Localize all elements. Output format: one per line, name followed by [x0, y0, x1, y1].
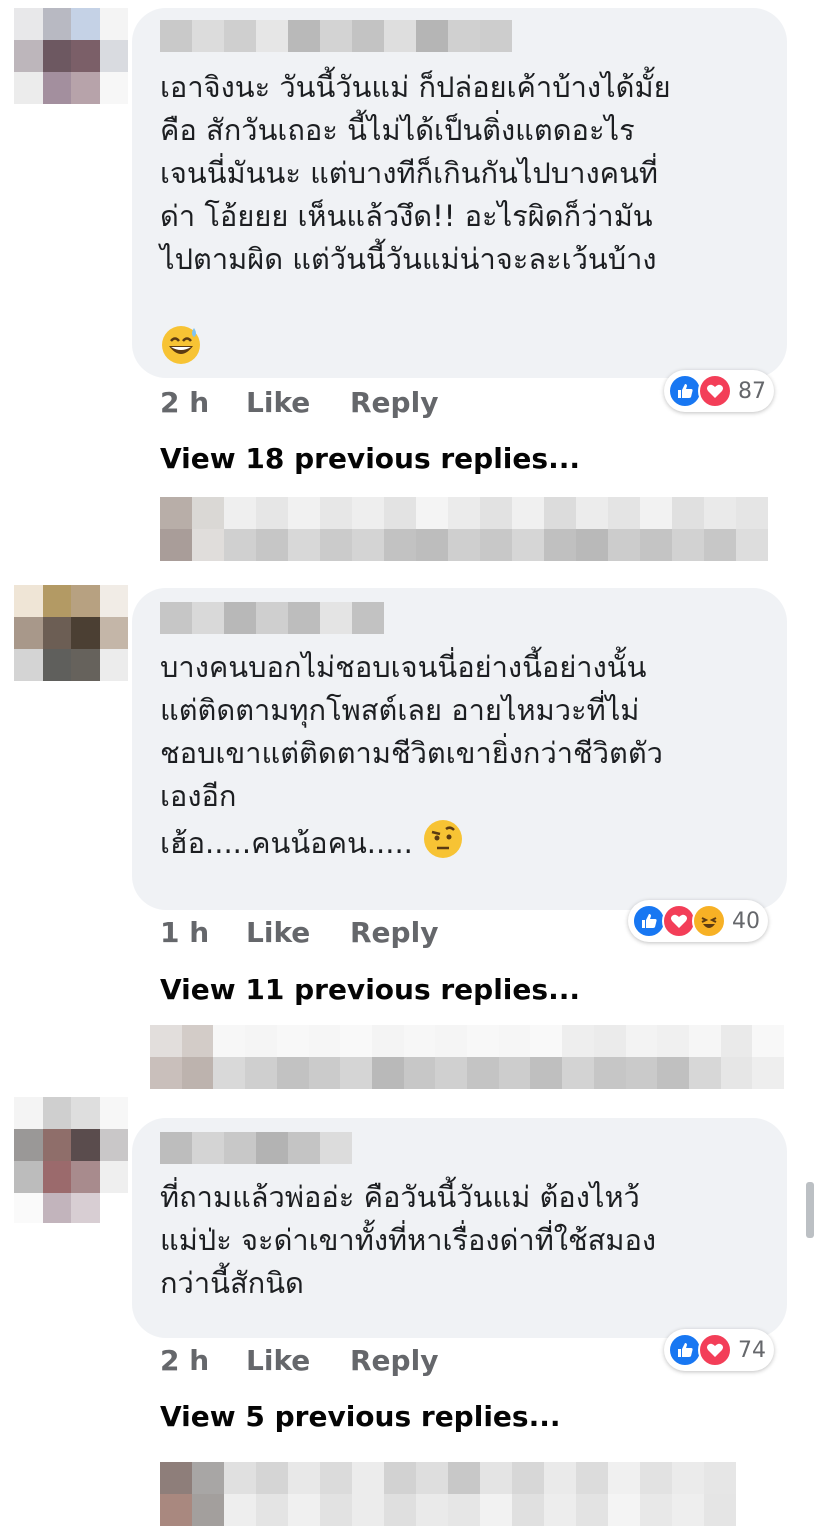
- comment-text: ที่ถามแล้วพ่ออ่ะ คือวันนี้วันแม่ ต้องไหว…: [160, 1180, 657, 1300]
- reaction-count: 87: [738, 378, 766, 404]
- heart-icon: [662, 904, 696, 938]
- view-previous-replies-link[interactable]: View 11 previous replies...: [160, 973, 580, 1006]
- avatar[interactable]: [14, 8, 128, 104]
- avatar-bottom: [14, 1193, 128, 1223]
- comment-time[interactable]: 2 h: [160, 386, 246, 422]
- view-previous-replies-link[interactable]: View 18 previous replies...: [160, 442, 580, 475]
- blurred-reply-preview: [160, 1462, 736, 1526]
- comment-text: บางคนบอกไม่ชอบเจนนี่อย่างนี้อย่างนั้น แต…: [160, 646, 780, 872]
- reply-button[interactable]: Reply: [350, 386, 438, 422]
- grinning-sweat-emoji: [160, 324, 202, 370]
- heart-icon: [698, 1333, 732, 1367]
- reaction-summary[interactable]: 74: [664, 1329, 774, 1371]
- reaction-summary[interactable]: 87: [664, 370, 774, 412]
- laughing-icon: [692, 904, 726, 938]
- like-button[interactable]: Like: [246, 916, 350, 952]
- blurred-reply-preview: [150, 1025, 784, 1089]
- comment-text-body: บางคนบอกไม่ชอบเจนนี่อย่างนี้อย่างนั้น แต…: [160, 650, 663, 860]
- reply-button[interactable]: Reply: [350, 916, 438, 952]
- avatar[interactable]: [14, 1097, 128, 1193]
- raised-eyebrow-emoji: [422, 818, 464, 872]
- scrollbar[interactable]: [806, 1182, 814, 1238]
- view-previous-replies-link[interactable]: View 5 previous replies...: [160, 1400, 561, 1433]
- comment-text: เอาจิงนะ วันนี้วันแม่ ก็ปล่อยเค้าบ้างได้…: [160, 70, 671, 276]
- commenter-name-blurred[interactable]: [160, 1132, 352, 1164]
- comment-time[interactable]: 1 h: [160, 916, 246, 952]
- commenter-name-blurred[interactable]: [160, 20, 512, 52]
- reaction-summary[interactable]: 40: [628, 900, 768, 942]
- heart-icon: [698, 374, 732, 408]
- like-button[interactable]: Like: [246, 386, 350, 422]
- reply-button[interactable]: Reply: [350, 1344, 438, 1380]
- reaction-count: 74: [738, 1337, 766, 1363]
- comment-meta: 2 h Like Reply: [160, 1344, 438, 1380]
- thumbs-up-icon: [668, 374, 702, 408]
- like-button[interactable]: Like: [246, 1344, 350, 1380]
- reaction-count: 40: [732, 908, 760, 934]
- comment-time[interactable]: 2 h: [160, 1344, 246, 1380]
- thumbs-up-icon: [668, 1333, 702, 1367]
- commenter-name-blurred[interactable]: [160, 602, 384, 634]
- thumbs-up-icon: [632, 904, 666, 938]
- comment-meta: 2 h Like Reply: [160, 386, 438, 422]
- avatar[interactable]: [14, 585, 128, 681]
- comment-meta: 1 h Like Reply: [160, 916, 438, 952]
- blurred-reply-preview: [160, 497, 768, 561]
